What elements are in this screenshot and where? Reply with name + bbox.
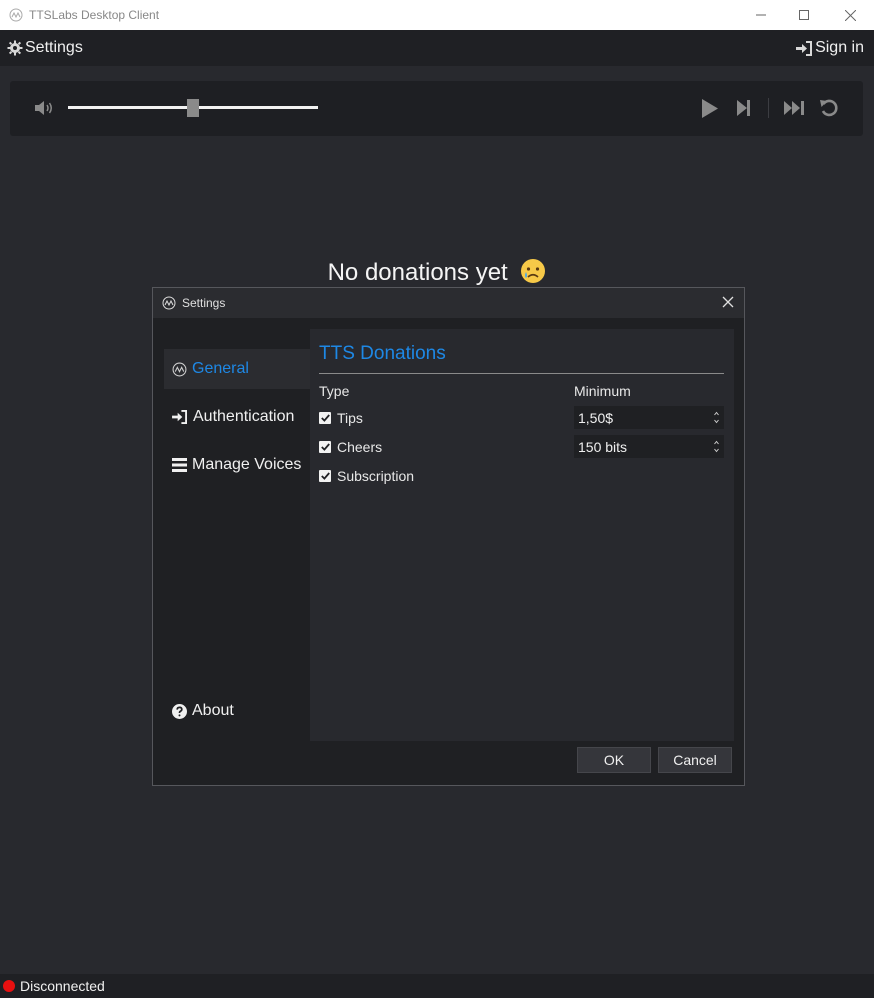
- empty-state-message: No donations yet: [0, 258, 874, 287]
- donation-row-tips: Tips: [319, 410, 363, 426]
- nav-label-authentication: Authentication: [193, 408, 295, 425]
- list-icon: [172, 458, 187, 472]
- settings-button[interactable]: Settings: [7, 39, 83, 57]
- window-titlebar: TTSLabs Desktop Client: [0, 0, 874, 30]
- status-bar: Disconnected: [0, 974, 874, 998]
- sad-face-emoji: [521, 259, 546, 283]
- checkmark-icon: [320, 472, 330, 480]
- cheers-label: Cheers: [337, 439, 383, 455]
- volume-slider-thumb[interactable]: [187, 99, 199, 117]
- cheers-minimum-value: 150 bits: [578, 438, 628, 455]
- app-topbar: Settings Sign in: [0, 30, 874, 66]
- close-button[interactable]: [827, 0, 873, 30]
- donation-row-subscription: Subscription: [319, 468, 414, 484]
- nav-item-authentication[interactable]: Authentication: [164, 397, 311, 437]
- sign-in-icon: [172, 410, 187, 424]
- app-logo-icon: [9, 8, 23, 22]
- minimize-icon: [756, 14, 766, 16]
- tips-minimum-value: 1,50$: [578, 409, 614, 426]
- settings-label: Settings: [25, 39, 83, 56]
- nav-label-about: About: [192, 702, 234, 719]
- cancel-button[interactable]: Cancel: [658, 747, 732, 773]
- empty-state-text: No donations yet: [327, 259, 508, 286]
- donation-row-cheers: Cheers: [319, 439, 382, 455]
- nav-item-about[interactable]: About: [164, 691, 311, 731]
- dialog-title: Settings: [182, 296, 226, 310]
- sign-in-button[interactable]: Sign in: [796, 39, 864, 57]
- subscription-checkbox[interactable]: [319, 470, 331, 482]
- nav-item-general[interactable]: General: [164, 349, 311, 389]
- skip-all-icon[interactable]: [784, 98, 806, 118]
- cheers-minimum-stepper[interactable]: 150 bits: [574, 435, 724, 458]
- next-icon[interactable]: [736, 98, 752, 118]
- close-icon: [844, 9, 856, 21]
- checkmark-icon: [320, 443, 330, 451]
- volume-icon[interactable]: [34, 100, 54, 116]
- tips-checkbox[interactable]: [319, 412, 331, 424]
- app-logo-icon: [162, 296, 176, 310]
- dialog-close-icon[interactable]: [722, 296, 734, 308]
- tips-label: Tips: [337, 410, 363, 426]
- ok-button[interactable]: OK: [577, 747, 651, 773]
- minimize-button[interactable]: [738, 0, 784, 30]
- column-header-minimum: Minimum: [574, 383, 631, 399]
- app-logo-icon: [172, 362, 187, 376]
- section-heading: TTS Donations: [319, 343, 446, 364]
- nav-item-manage-voices[interactable]: Manage Voices: [164, 445, 311, 485]
- gear-icon: [7, 40, 23, 56]
- maximize-icon: [799, 10, 809, 20]
- sign-in-icon: [796, 40, 813, 56]
- connection-status-dot: [3, 980, 15, 992]
- question-circle-icon: [172, 703, 187, 719]
- player-bar: [10, 81, 863, 136]
- tips-minimum-stepper[interactable]: 1,50$: [574, 406, 724, 429]
- settings-nav: General Authentication Manage Voices Abo…: [164, 349, 311, 741]
- subscription-label: Subscription: [337, 468, 415, 484]
- cheers-checkbox[interactable]: [319, 441, 331, 453]
- dialog-titlebar: Settings: [153, 288, 744, 318]
- checkmark-icon: [320, 414, 330, 422]
- stepper-arrows-icon[interactable]: [713, 438, 720, 455]
- settings-dialog: Settings General Authentication Manage V…: [152, 287, 745, 786]
- stepper-arrows-icon[interactable]: [713, 409, 720, 426]
- maximize-button[interactable]: [781, 0, 827, 30]
- general-settings-panel: TTS Donations Type Minimum Tips 1,50$ Ch…: [310, 329, 734, 741]
- column-header-type: Type: [319, 383, 350, 399]
- controls-divider: [768, 98, 769, 118]
- connection-status-text: Disconnected: [20, 978, 105, 994]
- heading-divider: [319, 373, 724, 374]
- sign-in-label: Sign in: [815, 39, 864, 56]
- nav-label-manage-voices: Manage Voices: [192, 456, 302, 473]
- window-title: TTSLabs Desktop Client: [29, 8, 160, 22]
- nav-label-general: General: [192, 360, 249, 377]
- replay-icon[interactable]: [819, 98, 839, 118]
- play-icon[interactable]: [700, 98, 720, 119]
